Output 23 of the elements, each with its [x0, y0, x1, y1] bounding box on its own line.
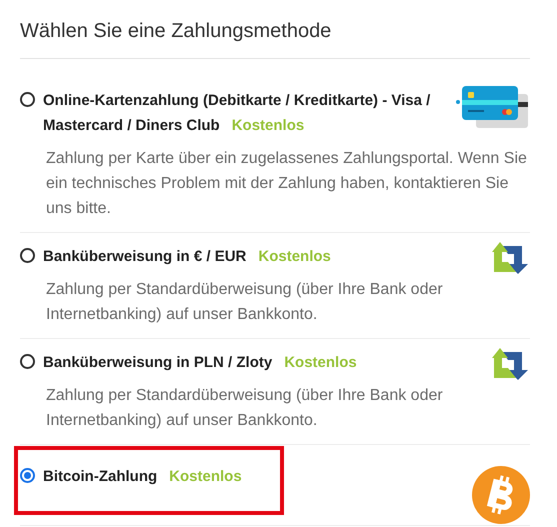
radio-button[interactable] — [20, 468, 35, 483]
transfer-arrows-icon — [490, 346, 530, 382]
option-title: Banküberweisung in PLN / Zloty Kostenlos — [43, 353, 357, 373]
bitcoin-logo-icon — [472, 466, 530, 524]
payment-option[interactable]: Banküberweisung in € / EUR Kostenlos — [14, 234, 490, 279]
transfer-arrows-icon — [490, 240, 530, 276]
price-label: Kostenlos — [169, 468, 242, 485]
page-title: Wählen Sie eine Zahlungsmethode — [20, 16, 530, 59]
option-title: Bitcoin-Zahlung Kostenlos — [43, 467, 242, 487]
option-title: Online-Kartenzahlung (Debitkarte / Kreditkarte) - Visa / Mastercard / Diners Club Kostenlos — [43, 91, 432, 136]
option-title: Banküberweisung in € / EUR Kostenlos — [43, 247, 331, 267]
selected-option-highlight[interactable]: Bitcoin-Zahlung Kostenlos — [14, 446, 284, 515]
radio-button[interactable] — [20, 92, 35, 107]
radio-button[interactable] — [20, 354, 35, 369]
price-label: Kostenlos — [232, 117, 304, 134]
price-label: Kostenlos — [258, 248, 331, 265]
option-description: Zahlung per Standardüberweisung (über Ihre Bank oder Internetbanking) auf unser Bankkonto. — [45, 386, 444, 431]
radio-button[interactable] — [20, 248, 35, 263]
payment-option[interactable]: Online-Kartenzahlung (Debitkarte / Kreditkarte) - Visa / Mastercard / Diners Club Kostenlos — [14, 78, 454, 148]
option-description: Zahlung per Standardüberweisung (über Ihre Bank oder Internetbanking) auf unser Bankkonto. — [45, 280, 444, 325]
option-description: Zahlung per Karte über ein zugelassenes Zahlungsportal. Wenn Sie ein technisches Problem mit der Zahlung haben, kontaktieren Sie uns bitte. — [45, 149, 528, 219]
payment-option[interactable]: Banküberweisung in PLN / Zloty Kostenlos — [14, 340, 490, 385]
price-label: Kostenlos — [284, 354, 357, 371]
